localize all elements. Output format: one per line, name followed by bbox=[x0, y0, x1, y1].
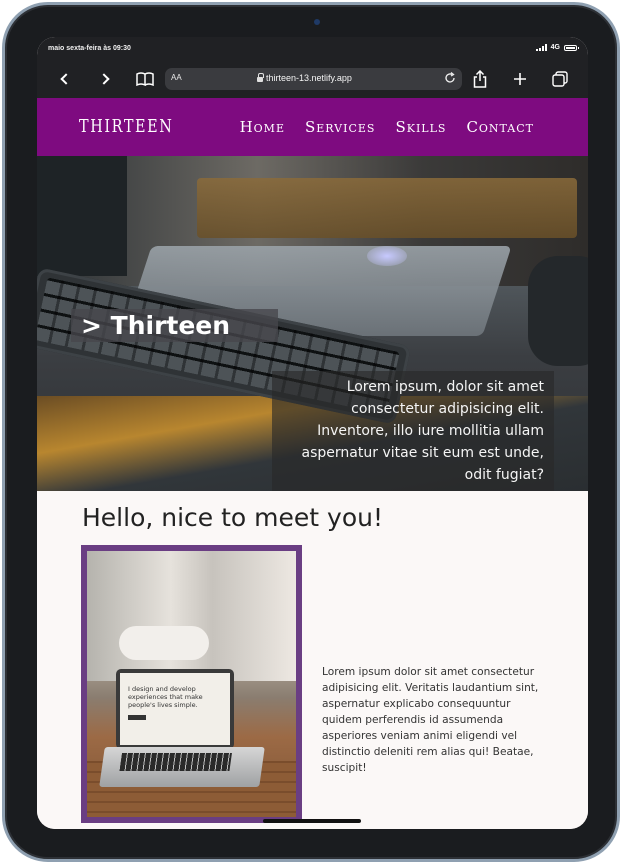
site-nav: Home Services Skills Contact bbox=[240, 118, 534, 136]
greeting-heading: Hello, nice to meet you! bbox=[82, 503, 383, 532]
book-icon bbox=[136, 72, 154, 86]
photo-screen-text: I design and develop experiences that ma… bbox=[128, 685, 203, 709]
tablet-screen: maio sexta-feira às 09:30 4G AA thirteen… bbox=[37, 37, 588, 829]
share-button[interactable] bbox=[470, 69, 490, 89]
hero-description: Lorem ipsum, dolor sit amet consectetur … bbox=[272, 371, 554, 491]
nav-contact[interactable]: Contact bbox=[466, 118, 534, 136]
battery-icon bbox=[564, 44, 579, 51]
back-button[interactable] bbox=[56, 69, 76, 89]
text-size-button[interactable]: AA bbox=[171, 73, 182, 82]
reload-icon[interactable] bbox=[444, 72, 456, 84]
forward-chevron-icon bbox=[98, 73, 110, 85]
about-section: Hello, nice to meet you! I design and de… bbox=[37, 491, 588, 829]
tabs-icon bbox=[552, 71, 568, 87]
hero-title: > Thirteen bbox=[71, 309, 279, 342]
browser-chrome: maio sexta-feira às 09:30 4G AA thirteen… bbox=[37, 37, 588, 98]
signal-icon bbox=[535, 44, 547, 51]
tabs-button[interactable] bbox=[550, 69, 570, 89]
address-bar[interactable]: AA thirteen-13.netlify.app bbox=[165, 68, 462, 90]
forward-button[interactable] bbox=[94, 69, 114, 89]
workspace-photo: I design and develop experiences that ma… bbox=[81, 545, 302, 823]
nav-skills[interactable]: Skills bbox=[395, 118, 446, 136]
hero-section: > Thirteen Lorem ipsum, dolor sit amet c… bbox=[37, 156, 588, 491]
network-label: 4G bbox=[550, 44, 560, 51]
home-indicator[interactable] bbox=[263, 819, 361, 823]
nav-home[interactable]: Home bbox=[240, 118, 285, 136]
status-indicators: 4G bbox=[535, 44, 579, 51]
status-time: maio sexta-feira às 09:30 bbox=[48, 45, 131, 52]
site-logo[interactable]: THIRTEEN bbox=[79, 116, 173, 137]
url-display: thirteen-13.netlify.app bbox=[257, 73, 352, 83]
reader-button[interactable] bbox=[135, 69, 155, 89]
about-text: Lorem ipsum dolor sit amet consectetur a… bbox=[322, 666, 539, 774]
plus-icon bbox=[514, 73, 526, 85]
new-tab-button[interactable] bbox=[510, 69, 530, 89]
photo-laptop-screen: I design and develop experiences that ma… bbox=[116, 669, 234, 749]
camera-icon bbox=[314, 19, 320, 25]
nav-services[interactable]: Services bbox=[305, 118, 375, 136]
share-icon bbox=[473, 70, 487, 88]
back-chevron-icon bbox=[60, 73, 72, 85]
url-text: thirteen-13.netlify.app bbox=[266, 73, 352, 83]
site-header: THIRTEEN Home Services Skills Contact bbox=[37, 98, 588, 156]
lock-icon bbox=[257, 73, 264, 82]
